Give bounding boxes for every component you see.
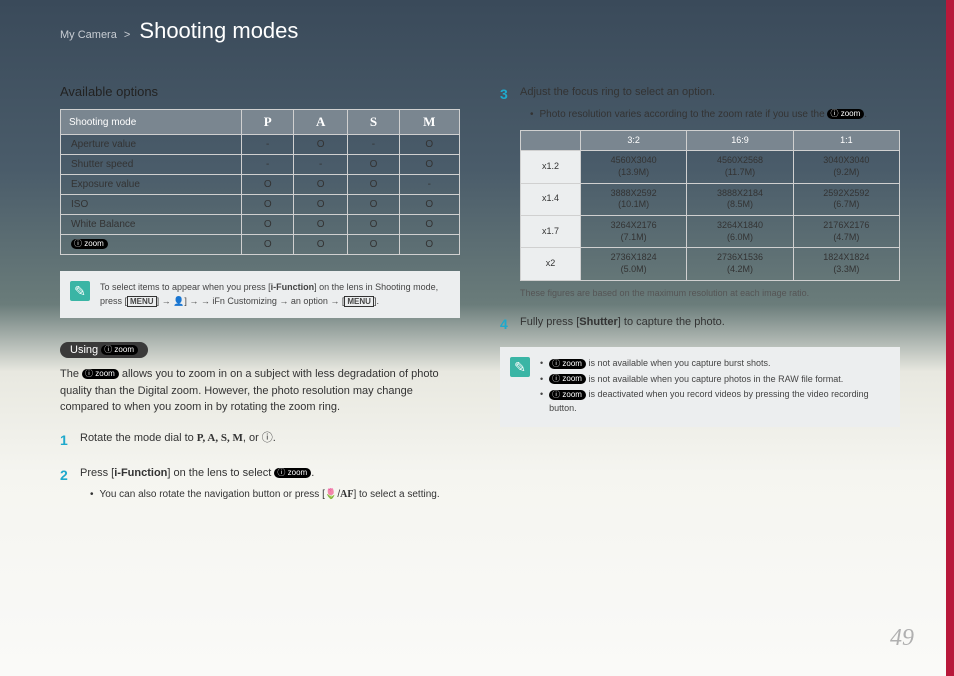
table-caption: These figures are based on the maximum r…: [520, 287, 900, 301]
izoom-icon: zoom: [549, 390, 586, 400]
note-item: zoom is not available when you capture b…: [540, 357, 886, 371]
table-row: x2 2736X1824(5.0M) 2736X1536(4.2M) 1824X…: [521, 248, 900, 280]
table-row: x1.7 3264X2176(7.1M) 3264X1840(6.0M) 217…: [521, 215, 900, 247]
izoom-icon: zoom: [549, 374, 586, 384]
step-number: 4: [500, 314, 520, 335]
table-row: Exposure valueOOO-: [61, 175, 460, 195]
table-row: x1.2 4560X3040(13.9M) 4560X2568(11.7M) 3…: [521, 151, 900, 183]
izoom-icon: zoom: [71, 239, 108, 249]
step-3: 3 Adjust the focus ring to select an opt…: [500, 84, 900, 300]
step-4: 4 Fully press [Shutter] to capture the p…: [500, 314, 900, 335]
th-p: P: [242, 110, 293, 135]
note-box-2: ✎ zoom is not available when you capture…: [500, 347, 900, 427]
step-2: 2 Press [i-Function] on the lens to sele…: [60, 465, 460, 503]
accent-bar: [946, 0, 954, 676]
lens-icon: ⓘ: [262, 432, 273, 444]
sub-bullet: You can also rotate the navigation butto…: [80, 487, 460, 502]
step-number: 1: [60, 430, 80, 451]
person-icon: 👤: [173, 296, 184, 306]
right-column: 3 Adjust the focus ring to select an opt…: [500, 84, 900, 502]
note-icon: ✎: [70, 281, 90, 301]
izoom-icon: zoom: [101, 345, 138, 355]
intro-text: The zoom allows you to zoom in on a subj…: [60, 366, 460, 416]
menu-icon: MENU: [344, 296, 374, 307]
izoom-icon: zoom: [827, 109, 864, 119]
step-1: 1 Rotate the mode dial to P, A, S, M, or…: [60, 430, 460, 451]
step-number: 3: [500, 84, 520, 300]
table-row: x1.4 3888X2592(10.1M) 3888X2184(8.5M) 25…: [521, 183, 900, 215]
page-number: 49: [890, 625, 914, 652]
table-row: zoom OOOO: [61, 235, 460, 255]
step-number: 2: [60, 465, 80, 503]
table-row: Shutter speed--OO: [61, 155, 460, 175]
th-m: M: [399, 110, 459, 135]
sub-bullet: Photo resolution varies according to the…: [520, 107, 900, 122]
table-row: White BalanceOOOO: [61, 215, 460, 235]
macro-icon: 🌷: [325, 489, 337, 500]
izoom-icon: zoom: [274, 468, 311, 478]
breadcrumb: My Camera: [60, 29, 117, 41]
note-item: zoom is not available when you capture p…: [540, 373, 886, 387]
izoom-icon: zoom: [82, 369, 119, 379]
breadcrumb-separator: >: [124, 29, 130, 41]
heading-available-options: Available options: [60, 84, 460, 99]
resolution-table: 3:2 16:9 1:1 x1.2 4560X3040(13.9M) 4560X…: [520, 130, 900, 281]
table-row: Aperture value-O-O: [61, 135, 460, 155]
note-list: zoom is not available when you capture b…: [540, 357, 886, 417]
note-item: zoom is deactivated when you record vide…: [540, 388, 886, 415]
note-icon: ✎: [510, 357, 530, 377]
page-title: Shooting modes: [139, 18, 298, 43]
section-pill-using-izoom: Using zoom: [60, 342, 148, 358]
note-box-1: ✎ To select items to appear when you pre…: [60, 271, 460, 318]
left-column: Available options Shooting mode P A S M …: [60, 84, 460, 502]
th-a: A: [293, 110, 347, 135]
page-header: My Camera > Shooting modes: [0, 0, 954, 54]
note-text: To select items to appear when you press…: [100, 281, 446, 308]
menu-icon: MENU: [127, 296, 157, 307]
options-table: Shooting mode P A S M Aperture value-O-O…: [60, 109, 460, 255]
th-shooting-mode: Shooting mode: [61, 110, 242, 135]
th-s: S: [348, 110, 399, 135]
table-row: ISOOOOO: [61, 195, 460, 215]
izoom-icon: zoom: [549, 359, 586, 369]
